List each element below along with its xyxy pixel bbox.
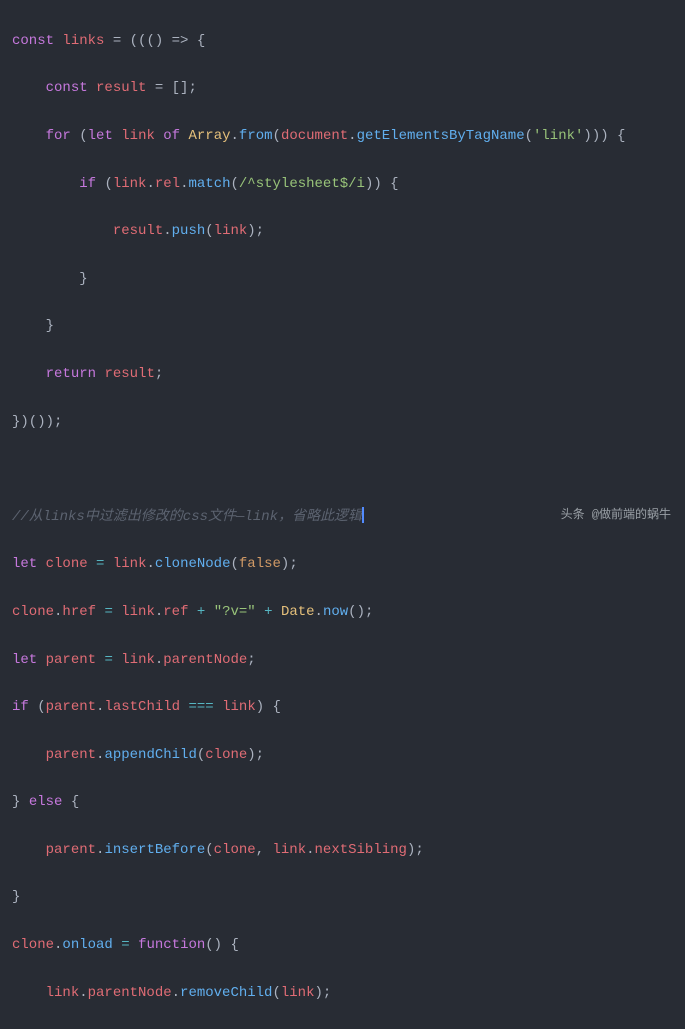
code-line: const result = []; <box>12 77 673 101</box>
code-line: } <box>12 268 673 292</box>
code-line: })()); <box>12 411 673 435</box>
code-line: } <box>12 315 673 339</box>
code-line: if (parent.lastChild === link) { <box>12 696 673 720</box>
code-line: } <box>12 886 673 910</box>
code-line: clone.onload = function() { <box>12 934 673 958</box>
code-line: link.parentNode.removeChild(link); <box>12 982 673 1006</box>
code-line: return result; <box>12 363 673 387</box>
code-line: parent.insertBefore(clone, link.nextSibl… <box>12 839 673 863</box>
code-line <box>12 458 673 482</box>
code-line: const links = ((() => { <box>12 30 673 54</box>
code-line: let parent = link.parentNode; <box>12 649 673 673</box>
text-cursor <box>362 507 364 523</box>
code-line: for (let link of Array.from(document.get… <box>12 125 673 149</box>
watermark-text: 头条 @做前端的蜗牛 <box>561 505 671 525</box>
code-line: result.push(link); <box>12 220 673 244</box>
code-line: } else { <box>12 791 673 815</box>
code-line: parent.appendChild(clone); <box>12 744 673 768</box>
code-line: clone.href = link.ref + "?v=" + Date.now… <box>12 601 673 625</box>
code-line: if (link.rel.match(/^stylesheet$/i)) { <box>12 173 673 197</box>
code-line: let clone = link.cloneNode(false); <box>12 553 673 577</box>
